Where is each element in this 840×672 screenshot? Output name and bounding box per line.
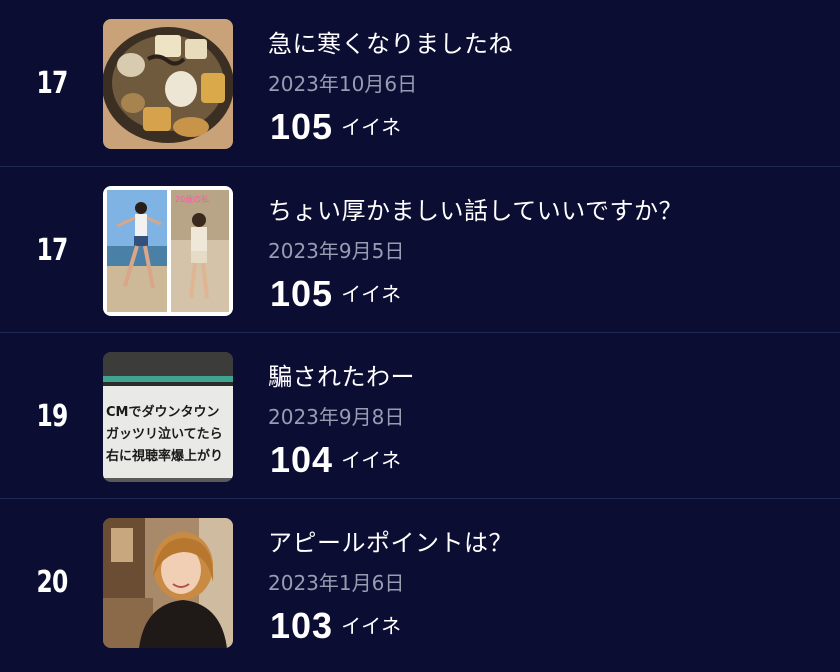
beach-collage-image: 20歳の私	[103, 186, 233, 316]
thumbnail-caption-line-1: CMでダウンタウン	[106, 404, 219, 420]
rank-number: 19	[36, 399, 68, 434]
likes: 105 イイネ	[270, 273, 401, 315]
post-title[interactable]: ちょい厚かましい話していいですか？	[268, 191, 683, 226]
likes-count: 105	[270, 106, 334, 147]
rank-number: 17	[36, 66, 68, 101]
likes-count: 105	[270, 273, 334, 314]
list-item[interactable]: 20 アピールポイントは？ 2023年1月6日 103 イイネ	[0, 498, 840, 664]
post-date: 2023年1月6日	[268, 571, 405, 595]
likes: 103 イイネ	[270, 605, 401, 647]
post-thumbnail[interactable]: 20歳の私	[103, 186, 233, 316]
post-thumbnail[interactable]: CMでダウンタウン ガッツリ泣いてたら 右に視聴率爆上がり	[103, 352, 233, 482]
tv-screen-image: CMでダウンタウン ガッツリ泣いてたら 右に視聴率爆上がり	[103, 352, 233, 482]
thumbnail-caption-line-2: ガッツリ泣いてたら	[106, 426, 223, 442]
likes-label: イイネ	[341, 115, 402, 139]
portrait-image	[103, 518, 233, 648]
post-date: 2023年9月8日	[268, 405, 405, 429]
list-item[interactable]: 17 急に寒くなりましたね 2023年10月6日 105 イイネ	[0, 0, 840, 166]
likes-label: イイネ	[341, 282, 402, 306]
thumbnail-caption: 20歳の私	[175, 194, 209, 204]
likes-label: イイネ	[341, 614, 402, 638]
rank-number: 20	[36, 565, 68, 600]
ranking-list: 17 急に寒くなりましたね 2023年10月6日 105 イイネ 17 20歳の…	[0, 0, 840, 672]
post-title[interactable]: 急に寒くなりましたね	[268, 24, 513, 59]
post-title[interactable]: アピールポイントは？	[268, 523, 513, 558]
rank-number: 17	[36, 233, 68, 268]
post-date: 2023年9月5日	[268, 239, 405, 263]
post-thumbnail[interactable]	[103, 518, 233, 648]
list-item[interactable]: 19 CMでダウンタウン ガッツリ泣いてたら 右に視聴率爆上がり 騙されたわー …	[0, 332, 840, 498]
stew-bowl-image	[103, 19, 233, 149]
likes-count: 104	[270, 439, 334, 480]
likes-label: イイネ	[341, 448, 402, 472]
post-title[interactable]: 騙されたわー	[268, 357, 415, 392]
likes: 104 イイネ	[270, 439, 401, 481]
post-thumbnail[interactable]	[103, 19, 233, 149]
likes-count: 103	[270, 605, 334, 646]
post-date: 2023年10月6日	[268, 72, 418, 96]
likes: 105 イイネ	[270, 106, 401, 148]
thumbnail-caption-line-3: 右に視聴率爆上がり	[105, 448, 223, 464]
list-item[interactable]: 17 20歳の私 ちょい厚かましい話していいですか？ 2023年9月5日 105…	[0, 166, 840, 332]
